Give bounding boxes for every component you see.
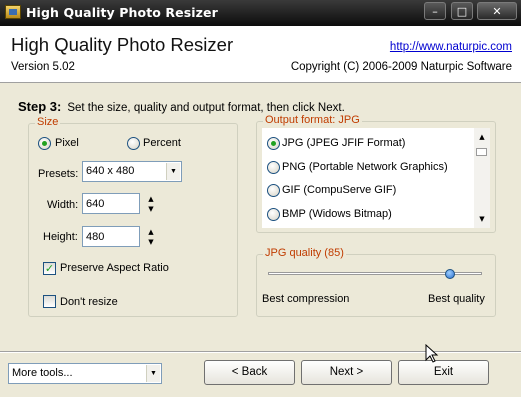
height-spinner[interactable]: ▲ ▼ [145, 227, 157, 247]
bmp-radio[interactable] [267, 208, 280, 221]
maximize-button[interactable]: □ [451, 2, 473, 20]
output-format-label: Output format: JPG [263, 114, 362, 126]
title-bar[interactable]: High Quality Photo Resizer – □ ✕ [0, 0, 521, 26]
step-label: Step 3: [18, 99, 62, 114]
dont-resize-checkbox[interactable] [43, 295, 56, 308]
chevron-down-icon[interactable]: ▼ [166, 163, 180, 180]
maximize-icon: □ [456, 5, 468, 18]
app-title: High Quality Photo Resizer [11, 34, 234, 55]
width-spinner[interactable]: ▲ ▼ [145, 194, 157, 214]
close-button[interactable]: ✕ [477, 2, 517, 20]
preserve-aspect-label[interactable]: Preserve Aspect Ratio [60, 262, 169, 274]
gif-radio[interactable] [267, 184, 280, 197]
presets-select[interactable]: 640 x 480 ▼ [82, 161, 182, 182]
size-group-label: Size [35, 116, 61, 128]
best-quality-label: Best quality [428, 293, 485, 305]
spin-down-icon[interactable]: ▼ [145, 237, 157, 247]
header-banner: High Quality Photo Resizer Version 5.02 … [0, 26, 521, 83]
width-label: Width: [47, 199, 79, 211]
footer-separator [0, 351, 521, 353]
chevron-down-icon[interactable]: ▼ [146, 365, 160, 382]
next-button[interactable]: Next > [301, 360, 392, 385]
jpg-quality-label: JPG quality (85) [263, 247, 346, 259]
best-compression-label: Best compression [262, 293, 350, 305]
copyright-label: Copyright (C) 2006-2009 Naturpic Softwar… [290, 61, 512, 73]
pixel-label[interactable]: Pixel [55, 137, 79, 149]
more-tools-select[interactable]: More tools... ▼ [8, 363, 162, 384]
spin-up-icon[interactable]: ▲ [145, 194, 157, 204]
presets-value: 640 x 480 [86, 165, 135, 177]
scroll-down-icon[interactable]: ▼ [474, 212, 490, 226]
height-input[interactable] [82, 226, 140, 247]
format-label[interactable]: GIF (CompuServe GIF) [282, 184, 396, 196]
minimize-button[interactable]: – [424, 2, 446, 20]
presets-label: Presets: [38, 168, 79, 180]
close-icon: ✕ [492, 5, 502, 18]
back-button[interactable]: < Back [204, 360, 295, 385]
mouse-cursor-icon [425, 344, 439, 363]
window-title: High Quality Photo Resizer [26, 5, 218, 20]
website-link[interactable]: http://www.naturpic.com [390, 41, 512, 53]
spin-up-icon[interactable]: ▲ [145, 227, 157, 237]
jpg-quality-group: JPG quality (85) [256, 247, 496, 317]
format-list[interactable]: JPG (JPEG JFIF Format) PNG (Portable Net… [262, 128, 490, 228]
percent-radio[interactable] [127, 137, 140, 150]
version-label: Version 5.02 [11, 61, 75, 73]
format-label[interactable]: PNG (Portable Network Graphics) [282, 161, 448, 173]
jpg-radio[interactable] [267, 137, 280, 150]
scroll-up-icon[interactable]: ▲ [474, 130, 490, 144]
width-input[interactable] [82, 193, 140, 214]
percent-label[interactable]: Percent [143, 137, 181, 149]
step-text: Set the size, quality and output format,… [67, 102, 345, 114]
dont-resize-label[interactable]: Don't resize [60, 296, 118, 308]
size-group: Size [28, 116, 238, 317]
format-label[interactable]: BMP (Widows Bitmap) [282, 208, 392, 220]
quality-slider-thumb[interactable] [444, 269, 455, 279]
format-label[interactable]: JPG (JPEG JFIF Format) [282, 137, 405, 149]
more-tools-value: More tools... [12, 367, 73, 379]
scroll-thumb[interactable] [476, 148, 487, 156]
exit-button[interactable]: Exit [398, 360, 489, 385]
app-icon [5, 5, 21, 19]
preserve-aspect-checkbox[interactable]: ✓ [43, 262, 56, 275]
pixel-radio[interactable] [38, 137, 51, 150]
format-list-scrollbar[interactable]: ▲ ▼ [474, 128, 490, 228]
minimize-icon: – [432, 5, 438, 18]
main-window: High Quality Photo Resizer – □ ✕ High Qu… [0, 0, 521, 397]
spin-down-icon[interactable]: ▼ [145, 204, 157, 214]
png-radio[interactable] [267, 161, 280, 174]
step-instruction: Step 3: Set the size, quality and output … [18, 99, 345, 114]
height-label: Height: [43, 231, 78, 243]
